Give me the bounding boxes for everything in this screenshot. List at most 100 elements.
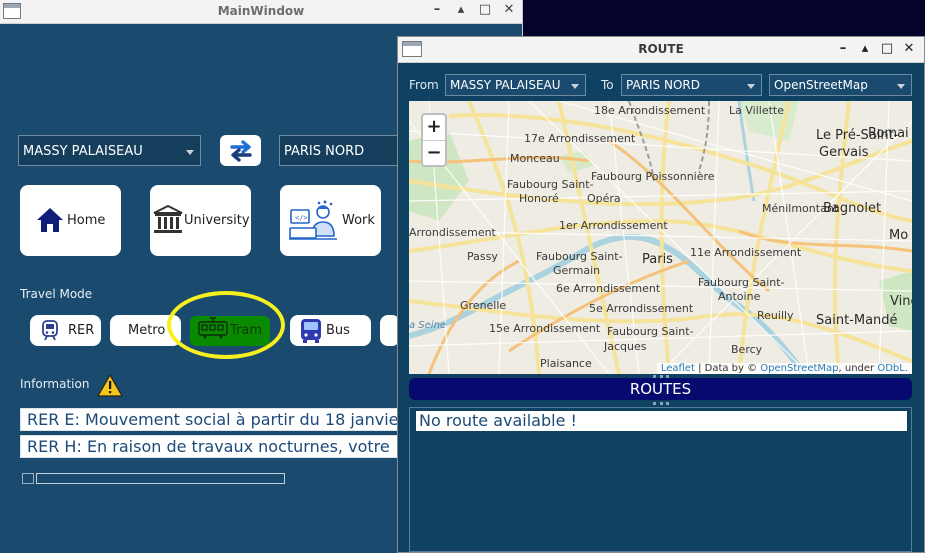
map-label: 17e Arrondissement [524, 132, 636, 145]
map-label: La Villette [729, 104, 784, 117]
osm-link[interactable]: OpenStreetMap [760, 363, 838, 374]
zoom-in-button[interactable]: + [423, 115, 445, 140]
map-label: Faubourg Saint- [698, 276, 785, 289]
map-label: Opéra [587, 192, 621, 205]
mode-bus-button[interactable]: Bus [290, 315, 371, 346]
work-developer-icon: </> [289, 200, 337, 240]
home-icon [37, 208, 63, 232]
information-label: Information [20, 377, 90, 391]
routes-list[interactable]: No route available ! [409, 407, 912, 552]
to-label: To [601, 78, 614, 92]
map-label: Antoine [718, 290, 761, 303]
map-label: Passy [467, 250, 498, 263]
attribution-text: , under [838, 363, 878, 374]
from-station-value: MASSY PALAISEAU [23, 144, 143, 159]
route-from-value: MASSY PALAISEAU [450, 78, 561, 92]
shade-button[interactable]: ▴ [858, 41, 872, 56]
from-label: From [409, 78, 439, 92]
maximize-button[interactable]: □ [478, 2, 492, 17]
work-button[interactable]: </> Work [280, 185, 381, 256]
map-attribution: Leaflet | Data by © OpenStreetMap, under… [656, 363, 912, 374]
map-label: Plaisance [540, 357, 592, 370]
tram-highlight-circle [167, 291, 285, 359]
train-icon [42, 320, 58, 341]
odbl-link[interactable]: ODbL. [877, 363, 908, 374]
horizontal-scrollbar[interactable] [20, 471, 400, 485]
routes-header: ROUTES [409, 378, 912, 400]
splitter-handle[interactable] [653, 402, 669, 405]
map-label: Vinc [890, 294, 912, 309]
map-label: Faubourg Saint- [507, 178, 594, 191]
mode-rer-label: RER [68, 323, 95, 338]
chevron-down-icon [897, 84, 905, 89]
desktop-background [522, 0, 925, 40]
university-label: University [184, 213, 250, 228]
zoom-control: + − [421, 113, 447, 167]
no-route-message: No route available ! [416, 411, 907, 431]
route-to-value: PARIS NORD [626, 78, 700, 92]
from-station-combo[interactable]: MASSY PALAISEAU [18, 135, 201, 166]
shade-button[interactable]: ▴ [454, 2, 468, 17]
map-label: Saint-Mandé [816, 313, 898, 328]
main-window-titlebar[interactable]: MainWindow – ▴ □ ✕ [0, 0, 522, 24]
map-source-combo[interactable]: OpenStreetMap [769, 74, 912, 96]
scrollbar-handle[interactable] [36, 473, 285, 484]
map-label: Grenelle [460, 299, 507, 312]
close-button[interactable]: ✕ [502, 2, 516, 17]
maximize-button[interactable]: □ [880, 41, 894, 56]
map-label: a Seine [409, 320, 447, 331]
minimize-button[interactable]: – [430, 2, 444, 17]
university-icon [153, 204, 183, 233]
info-message: RER E: Mouvement social à partir du 18 j… [20, 408, 400, 431]
swap-stations-button[interactable] [220, 135, 261, 166]
route-window: ROUTE – ▴ □ ✕ From MASSY PALAISEAU To PA… [397, 36, 925, 553]
map-label: Monceau [510, 152, 560, 165]
svg-text:</>: </> [295, 214, 308, 222]
leaflet-link[interactable]: Leaflet [661, 363, 695, 374]
attribution-text: | Data by © [694, 363, 761, 374]
map-label: Faubourg Saint- [607, 325, 694, 338]
map-label: Bercy [731, 343, 763, 356]
map-label: 15e Arrondissement [489, 322, 601, 335]
map-label: Arrondissement [409, 226, 496, 239]
mode-metro-label: Metro [128, 323, 166, 338]
map-source-value: OpenStreetMap [774, 78, 868, 92]
swap-arrows-icon [229, 139, 252, 162]
mode-rer-button[interactable]: RER [30, 315, 101, 346]
map-label: Jacques [604, 340, 647, 353]
map-label: Faubourg Saint- [536, 250, 623, 263]
route-window-titlebar[interactable]: ROUTE – ▴ □ ✕ [398, 37, 924, 63]
map-label: Honoré [519, 192, 559, 205]
chevron-down-icon [186, 150, 194, 155]
minimize-button[interactable]: – [836, 41, 850, 56]
map-label: 1er Arrondissement [559, 219, 668, 232]
close-button[interactable]: ✕ [902, 41, 916, 56]
info-message: RER H: En raison de travaux nocturnes, v… [20, 435, 400, 458]
university-button[interactable]: University [150, 185, 251, 256]
map-view[interactable]: 18e Arrondissement La Villette Le Pré-Sa… [409, 101, 912, 374]
mode-bus-label: Bus [326, 323, 350, 338]
map-label: Reuilly [757, 309, 794, 322]
work-label: Work [342, 213, 375, 228]
map-label: Paris [642, 252, 673, 267]
map-label: 6e Arrondissement [556, 282, 661, 295]
map-label: 18e Arrondissement [594, 104, 706, 117]
map-label: 5e Arrondissement [589, 302, 694, 315]
map-label: 11e Arrondissement [690, 246, 802, 259]
zoom-out-button[interactable]: − [423, 140, 445, 165]
to-station-value: PARIS NORD [284, 144, 365, 159]
route-to-combo[interactable]: PARIS NORD [621, 74, 762, 96]
map-label: Romai [868, 126, 909, 141]
map-label: Bagnolet [823, 201, 882, 216]
map-label: Gervais [819, 145, 869, 160]
route-from-combo[interactable]: MASSY PALAISEAU [445, 74, 586, 96]
warning-icon [97, 374, 123, 397]
home-button[interactable]: Home [20, 185, 121, 256]
scroll-left-button[interactable] [22, 473, 34, 484]
chevron-down-icon [571, 84, 579, 89]
map-label: Mo [889, 228, 909, 243]
home-label: Home [67, 213, 106, 228]
chevron-down-icon [747, 84, 755, 89]
travel-mode-label: Travel Mode [20, 287, 93, 301]
map-label: Faubourg Poissonnière [591, 170, 715, 183]
